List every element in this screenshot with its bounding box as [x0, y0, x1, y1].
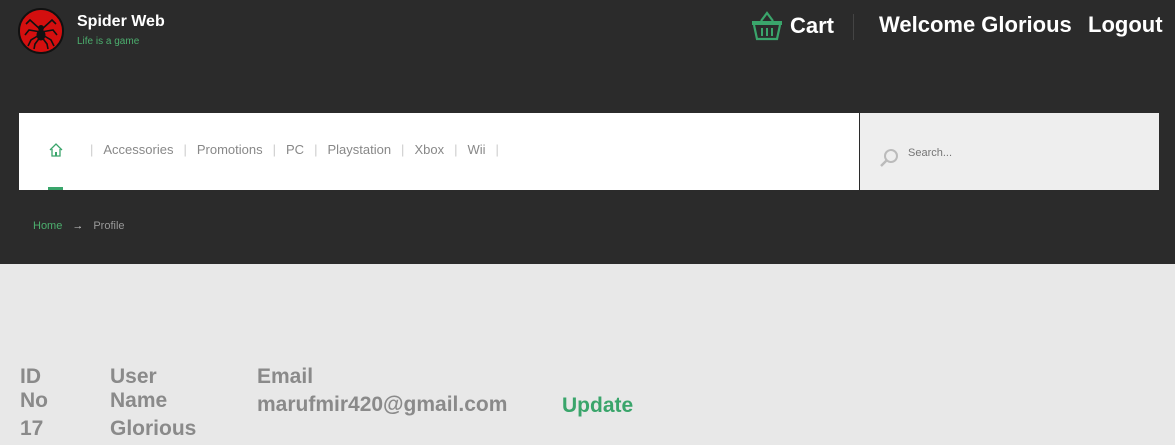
active-nav-indicator	[48, 187, 63, 190]
main-nav: | Accessories | Promotions | PC | Playst…	[19, 113, 859, 190]
breadcrumb-current: Profile	[93, 220, 125, 232]
search-box	[860, 113, 1159, 190]
nav-separator: |	[454, 142, 458, 157]
id-value: 17	[20, 417, 44, 440]
id-column: ID No 17	[20, 365, 48, 441]
username-value: Glorious	[110, 417, 197, 440]
nav-item-promotions[interactable]: Promotions	[196, 142, 264, 157]
nav-item-playstation[interactable]: Playstation	[326, 142, 392, 157]
nav-separator: |	[495, 142, 499, 157]
id-header: ID No	[20, 365, 48, 412]
nav-item-wii[interactable]: Wii	[466, 142, 486, 157]
email-column: Email marufmir420@gmail.com	[257, 365, 507, 417]
search-input[interactable]	[906, 142, 1140, 164]
breadcrumb: Home → Profile	[33, 220, 125, 232]
nav-item-pc[interactable]: PC	[285, 142, 305, 157]
welcome-text[interactable]: Welcome Glorious	[879, 12, 1072, 38]
nav-item-xbox[interactable]: Xbox	[413, 142, 445, 157]
basket-icon	[752, 11, 782, 41]
nav-item-accessories[interactable]: Accessories	[102, 142, 174, 157]
search-icon[interactable]	[878, 147, 900, 169]
arrow-right-icon: →	[72, 220, 84, 232]
username-header: User Name	[110, 365, 168, 412]
email-value: marufmir420@gmail.com	[257, 393, 508, 416]
nav-items: | Accessories | Promotions | PC | Playst…	[81, 142, 508, 157]
brand-tagline: Life is a game	[77, 36, 140, 47]
cart-label: Cart	[790, 13, 835, 38]
header-divider	[853, 14, 854, 40]
nav-separator: |	[401, 142, 405, 157]
nav-separator: |	[272, 142, 276, 157]
username-column: User Name Glorious	[110, 365, 196, 441]
update-link[interactable]: Update	[562, 394, 633, 418]
nav-separator: |	[90, 142, 94, 157]
cart-link[interactable]: Cart	[750, 6, 834, 46]
email-header: Email	[257, 365, 314, 388]
nav-separator: |	[183, 142, 187, 157]
logout-link[interactable]: Logout	[1088, 12, 1163, 38]
site-header: Spider Web Life is a game Cart Welcome G…	[0, 0, 1175, 264]
nav-separator: |	[314, 142, 318, 157]
spider-logo-icon[interactable]	[18, 8, 64, 54]
home-icon[interactable]	[48, 142, 64, 158]
breadcrumb-home-link[interactable]: Home	[33, 220, 62, 232]
brand-title: Spider Web	[77, 13, 165, 30]
